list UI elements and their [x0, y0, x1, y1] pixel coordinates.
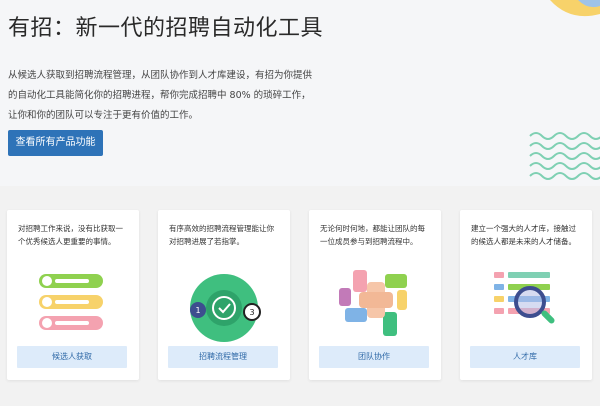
feature-card-talent-pool: 建立一个强大的人才库，接触过的候选人都是未来的人才储备。 人才库	[460, 210, 592, 380]
feature-card-team: 无论何时何地，都能让团队的每一位成员参与到招聘流程中。 团队协作	[309, 210, 441, 380]
view-all-features-button[interactable]: 查看所有产品功能	[8, 130, 103, 156]
step-one-label: 1	[195, 306, 200, 315]
process-steps-icon: 1 3	[190, 274, 261, 342]
talent-search-icon	[494, 272, 555, 324]
feature-card-process: 有序高效的招聘流程管理能让你对招聘进展了若指掌。 1 3 招聘流程管理	[158, 210, 290, 380]
hero-section: 有招：新一代的招聘自动化工具 从候选人获取到招聘流程管理，从团队协作到人才库建设…	[0, 0, 600, 186]
page-title: 有招：新一代的招聘自动化工具	[8, 16, 324, 41]
talent-pool-button[interactable]: 人才库	[470, 346, 580, 368]
step-three-label: 3	[249, 308, 254, 317]
team-hands-icon	[339, 270, 407, 336]
card-description: 对招聘工作来说，没有比获取一个优秀候选人更重要的事情。	[18, 224, 123, 246]
card-description: 有序高效的招聘流程管理能让你对招聘进展了若指掌。	[169, 224, 274, 246]
team-collaboration-button[interactable]: 团队协作	[319, 346, 429, 368]
card-description: 建立一个强大的人才库，接触过的候选人都是未来的人才储备。	[471, 224, 576, 246]
feature-card-candidate: 对招聘工作来说，没有比获取一个优秀候选人更重要的事情。 候选人获取	[7, 210, 139, 380]
decorative-wave-icon	[529, 132, 600, 180]
hero-description: 从候选人获取到招聘流程管理，从团队协作到人才库建设，有招为你提供的自动化工具能简…	[8, 70, 313, 121]
card-description: 无论何时何地，都能让团队的每一位成员参与到招聘流程中。	[320, 224, 425, 246]
recruiting-process-button[interactable]: 招聘流程管理	[168, 346, 278, 368]
decorative-blob-icon	[550, 0, 600, 17]
candidate-sourcing-button[interactable]: 候选人获取	[17, 346, 127, 368]
candidate-cards-icon	[39, 274, 103, 330]
